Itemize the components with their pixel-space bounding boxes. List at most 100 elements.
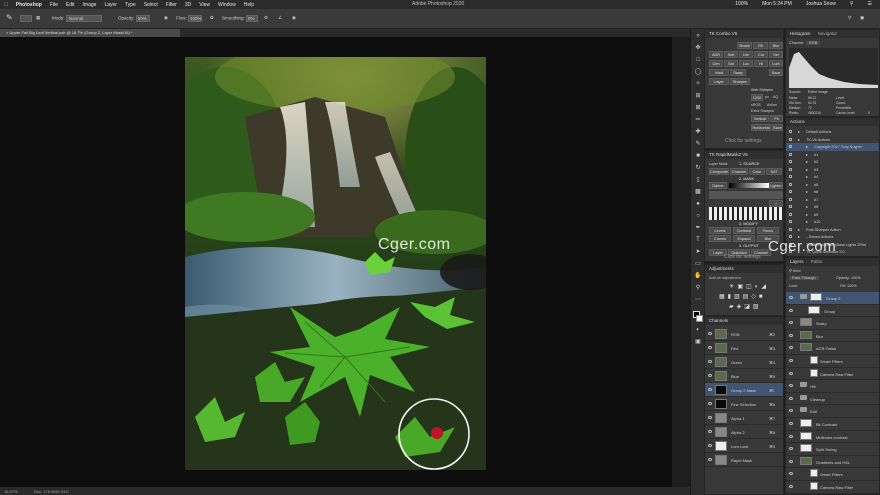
visibility-eye-icon[interactable] <box>789 371 793 375</box>
layer-thumbnail[interactable] <box>800 318 812 327</box>
layer-opacity-input[interactable]: 100% <box>851 276 861 280</box>
visibility-eye-icon[interactable] <box>789 346 793 350</box>
histogram-channel-select[interactable]: RGB <box>806 41 821 45</box>
layer-row[interactable]: Smart Filters <box>786 355 879 368</box>
histogram-source-select[interactable]: Entire Image <box>808 90 828 94</box>
action-toggle-checkbox[interactable] <box>789 197 792 201</box>
combo-btn-sharpen[interactable]: Sharpen <box>730 78 750 85</box>
combo-btn-sel[interactable]: Sel <box>769 51 783 58</box>
expand-triangle-icon[interactable]: ▸ <box>806 159 808 164</box>
rapidmask-btn-expand[interactable]: Expand <box>733 235 755 242</box>
screen-mode-icon[interactable]: ▣ <box>694 339 702 346</box>
rapidmask-tab-sat[interactable]: SAT <box>766 168 782 175</box>
layer-row[interactable]: Bit Contrast <box>786 418 879 431</box>
smoothing-settings-icon[interactable]: ⚙ <box>264 15 268 21</box>
visibility-eye-icon[interactable] <box>789 384 793 388</box>
combo-click-settings[interactable]: Click for settings <box>725 138 762 144</box>
expand-triangle-icon[interactable]: ▸ <box>806 219 808 224</box>
visibility-eye-icon[interactable] <box>708 346 712 349</box>
expand-triangle-icon[interactable]: ▸ <box>806 182 808 187</box>
visibility-eye-icon[interactable] <box>708 430 712 433</box>
layer-thumbnail[interactable] <box>800 343 812 352</box>
visibility-eye-icon[interactable] <box>789 409 793 413</box>
visibility-eye-icon[interactable] <box>789 447 793 451</box>
menu-file[interactable]: File <box>46 2 62 8</box>
layer-row[interactable]: Group 2 <box>786 292 879 305</box>
zoom-tool-icon[interactable]: ⚲ <box>694 285 702 292</box>
menu-layer[interactable]: Layer <box>100 2 121 8</box>
layer-thumbnail[interactable] <box>800 431 812 440</box>
combo-btn-fill[interactable]: Fill <box>753 42 768 49</box>
rapidmask-btn-levels[interactable]: Levels <box>709 227 731 234</box>
brush-tool-icon[interactable]: ✎ <box>694 141 702 148</box>
combo-btn-blur[interactable]: Blur <box>769 42 783 49</box>
quick-select-tool-icon[interactable]: ✧ <box>694 81 702 88</box>
combo-btn-adr[interactable]: ADR <box>709 51 723 58</box>
rapidmask-tab-color[interactable]: Color <box>749 168 765 175</box>
action-toggle-checkbox[interactable] <box>789 205 792 208</box>
layer-row[interactable]: Split Toning <box>786 443 879 456</box>
user-name[interactable]: Joshua Snow <box>802 1 840 7</box>
action-toggle-checkbox[interactable] <box>789 145 792 148</box>
visibility-eye-icon[interactable] <box>789 321 793 325</box>
channel-row[interactable]: Green ⌘4 <box>705 355 783 369</box>
visibility-eye-icon[interactable] <box>708 360 712 363</box>
angle-icon[interactable]: ∠ <box>278 15 282 21</box>
combo-aq-label[interactable]: AQ <box>773 95 778 99</box>
visibility-eye-icon[interactable] <box>789 472 793 476</box>
layer-row[interactable]: Group <box>786 305 879 318</box>
action-toggle-checkbox[interactable] <box>789 227 792 231</box>
visibility-eye-icon[interactable] <box>789 434 793 438</box>
layer-row[interactable]: Edit <box>786 405 879 418</box>
adjustment-icons-row3[interactable]: ▰◈◪▨ <box>729 303 762 310</box>
rapidmask-btn-curves[interactable]: Curves <box>709 235 731 242</box>
brush-preset-picker[interactable] <box>20 15 32 22</box>
expand-triangle-icon[interactable]: ▸ <box>806 174 808 179</box>
action-toggle-checkbox[interactable] <box>789 160 792 163</box>
expand-triangle-icon[interactable]: ▸ <box>798 227 800 232</box>
layer-fill-input[interactable]: 100% <box>847 284 857 288</box>
rapidmask-click-settings[interactable]: Click for settings <box>724 254 761 260</box>
combo-btn-vertical[interactable]: Vertical <box>751 115 769 122</box>
action-toggle-checkbox[interactable] <box>789 220 792 223</box>
opacity-input[interactable]: 50% <box>135 15 150 22</box>
channel-row[interactable]: Rapid Mask <box>705 453 783 467</box>
smoothing-input[interactable]: 0% <box>246 15 259 22</box>
zoom-level[interactable]: 16.67% <box>4 489 18 494</box>
tab-navigator[interactable]: Navigator <box>818 31 837 36</box>
toolbar-collapse-icon[interactable]: » <box>694 33 702 40</box>
layer-row[interactable]: Camera Raw Filter <box>786 368 879 381</box>
channel-row[interactable]: RGB ⌘2 <box>705 327 783 341</box>
menu-edit[interactable]: Edit <box>62 2 79 8</box>
channel-row[interactable]: Alpha 1 ⌘7 <box>705 411 783 425</box>
combo-size-input[interactable]: 1200 <box>751 94 763 101</box>
layer-row[interactable]: Cleanup <box>786 393 879 406</box>
action-toggle-checkbox[interactable] <box>789 212 792 216</box>
action-toggle-checkbox[interactable] <box>789 130 792 133</box>
visibility-eye-icon[interactable] <box>789 308 793 312</box>
expand-triangle-icon[interactable]: ▸ <box>806 152 808 157</box>
layer-row[interactable]: Blur <box>786 330 879 343</box>
workspace-icon[interactable]: ▣ <box>860 15 864 21</box>
layer-row[interactable]: Smart Filters <box>786 468 879 481</box>
layer-thumbnail[interactable] <box>800 419 812 427</box>
rapidmask-plus-button[interactable]: + <box>769 200 783 207</box>
rapidmask-btn-focus[interactable]: Focus <box>757 227 779 234</box>
expand-triangle-icon[interactable]: ▸ <box>806 212 808 217</box>
menu-select[interactable]: Select <box>140 2 162 8</box>
clone-stamp-tool-icon[interactable]: ■ <box>694 153 702 160</box>
type-tool-icon[interactable]: T <box>694 237 702 244</box>
action-toggle-checkbox[interactable] <box>789 152 792 156</box>
expand-triangle-icon[interactable]: ▸ <box>806 197 808 202</box>
layer-thumbnail[interactable] <box>800 330 812 339</box>
workspace-search-icon[interactable]: ⚲ <box>848 15 851 21</box>
rapidmask-level-bar[interactable] <box>709 191 783 199</box>
action-toggle-checkbox[interactable] <box>789 182 792 186</box>
expand-triangle-icon[interactable]: ▸ <box>806 144 808 149</box>
visibility-eye-icon[interactable] <box>708 374 712 377</box>
crop-tool-icon[interactable]: ⊞ <box>694 93 702 100</box>
layer-row[interactable]: Camera Raw Filter <box>786 481 879 494</box>
pressure-opacity-icon[interactable]: ◉ <box>164 15 168 21</box>
visibility-eye-icon[interactable] <box>789 485 793 488</box>
rapidmask-gradient-slider[interactable] <box>729 183 769 188</box>
